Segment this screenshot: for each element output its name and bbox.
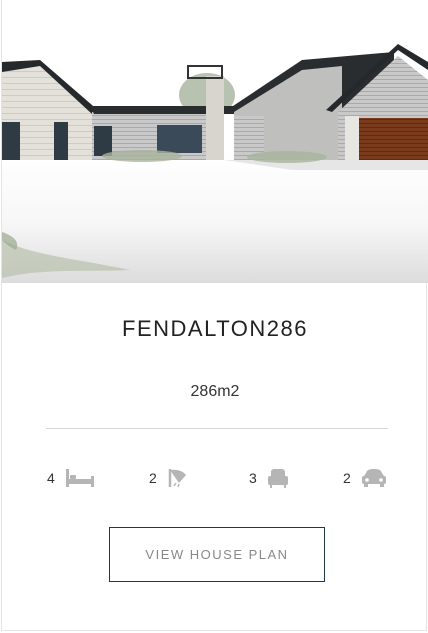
- shower-icon: [167, 467, 189, 489]
- bed-icon: [65, 467, 95, 489]
- armchair-icon: [267, 467, 289, 489]
- bathrooms-count: 2: [149, 470, 157, 486]
- living-feature: 3: [249, 462, 289, 494]
- bedrooms-count: 4: [47, 470, 55, 486]
- plan-title: FENDALTON286: [122, 316, 308, 341]
- living-count: 3: [249, 470, 257, 486]
- divider: [46, 428, 388, 429]
- bathrooms-feature: 2: [149, 462, 189, 494]
- floor-area: 286m2: [190, 383, 240, 400]
- plan-features: 4 2 3 2: [2, 462, 428, 494]
- view-house-plan-button[interactable]: VIEW HOUSE PLAN: [109, 527, 325, 582]
- house-rendering-image[interactable]: [2, 0, 428, 283]
- car-icon: [361, 467, 387, 489]
- house-plan-card: FENDALTON286 286m2 4 2 3 2 VIEW HOUSE PL…: [1, 0, 428, 631]
- garage-feature: 2: [343, 462, 387, 494]
- garage-count: 2: [343, 470, 351, 486]
- bedrooms-feature: 4: [47, 462, 95, 494]
